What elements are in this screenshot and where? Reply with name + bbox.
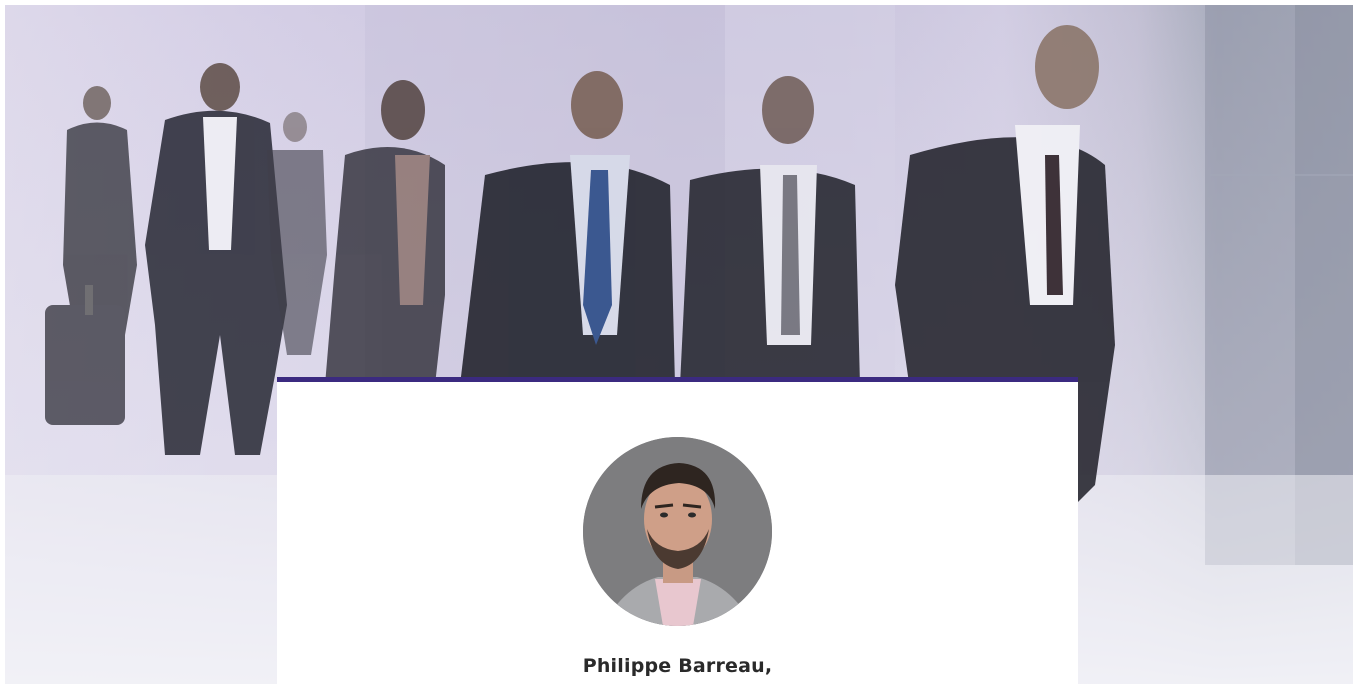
page: Philippe Barreau, — [0, 0, 1358, 684]
portrait-photo-icon — [583, 437, 772, 626]
person-name: Philippe Barreau, — [582, 655, 773, 677]
avatar — [583, 437, 772, 626]
profile-card: Philippe Barreau, — [277, 377, 1078, 684]
